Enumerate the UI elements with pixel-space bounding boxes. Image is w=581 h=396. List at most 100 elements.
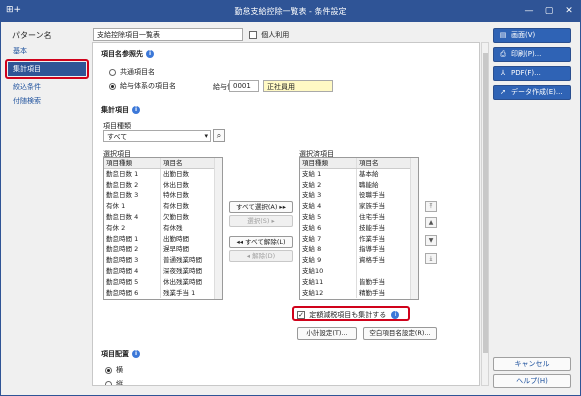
item-type-cell: 勤怠時間 1 (106, 234, 139, 243)
selected-list-body: 支給 1 基本給 支給 2 職能給 支給 3 役職手当 支給 4 家族手当 支給 5 住宅手当 支給… (300, 168, 418, 299)
list-item[interactable]: 勤怠時間 6 残業手当 1 (104, 287, 222, 299)
list-item[interactable]: 勤怠日数 4 欠勤日数 (104, 211, 222, 223)
item-type-cell: 支給12 (302, 288, 324, 297)
screen-button[interactable]: ▤ 画面(V) (493, 28, 571, 43)
nav-item-filter[interactable]: 絞込条件 (8, 80, 86, 94)
item-name-cell: 出勤日数 (160, 168, 222, 180)
info-icon[interactable]: i (146, 50, 154, 58)
list-item[interactable]: 支給11 皆勤手当 (300, 276, 418, 288)
list-item[interactable]: 支給 2 職能給 (300, 179, 418, 191)
pdf-button[interactable]: ⅄ PDF(F)... (493, 66, 571, 81)
help-button[interactable]: ヘルプ(H) (493, 374, 571, 388)
print-button[interactable]: ⎙ 印刷(P)... (493, 47, 571, 62)
list-item[interactable]: 勤怠時間 5 休出残業時間 (104, 276, 222, 288)
info-icon[interactable]: i (132, 106, 140, 114)
item-type-cell: 支給 7 (302, 234, 322, 243)
list-item[interactable]: 支給 4 家族手当 (300, 201, 418, 212)
panel-scrollbar[interactable] (481, 42, 489, 386)
checkbox[interactable] (297, 311, 305, 319)
list-item[interactable]: 支給 9 資格手当 (300, 255, 418, 266)
item-type-cell: 支給 2 (302, 180, 322, 189)
export-icon: ➚ (500, 88, 506, 96)
list-item[interactable]: 勤怠日数 1 出勤日数 (104, 168, 222, 180)
list-item[interactable]: 支給 8 指導手当 (300, 244, 418, 256)
move-top-icon[interactable]: ⤒ (425, 201, 437, 212)
list-item[interactable]: 支給 3 役職手当 (300, 190, 418, 202)
item-name-cell (356, 265, 418, 277)
item-type-cell: 勤怠時間 2 (106, 245, 139, 254)
item-type-cell: 支給 5 (302, 212, 322, 221)
search-icon[interactable]: ⌕ (213, 129, 225, 142)
list-item[interactable]: 勤怠時間 1 出勤時間 (104, 233, 222, 245)
info-icon[interactable]: i (391, 311, 400, 319)
item-name-cell: 休出日数 (160, 179, 222, 191)
window-title: 勤怠支給控除一覧表 - 条件設定 (234, 7, 347, 16)
list-item[interactable]: 有休 2 有休残 (104, 222, 222, 234)
list-item[interactable]: 支給 7 作業手当 (300, 233, 418, 245)
list-item[interactable]: 勤怠時間 3 普通残業時間 (104, 255, 222, 266)
list-item[interactable]: 勤怠日数 3 特休日数 (104, 190, 222, 202)
list-item[interactable]: 勤怠時間 4 深夜残業時間 (104, 265, 222, 277)
list-item[interactable]: 支給12 精勤手当 (300, 287, 418, 299)
scrollbar[interactable] (214, 158, 222, 299)
deselect-all-button[interactable]: ◂◂ すべて解除(L) (229, 236, 293, 248)
item-name-cell: 資格手当 (356, 255, 418, 266)
radio-vertical[interactable]: 縦 (105, 379, 123, 385)
list-item[interactable]: 支給10 (300, 265, 418, 277)
move-down-icon[interactable]: ▼ (425, 235, 437, 246)
radio-salary-system-name[interactable]: 給与体系の項目名 (109, 81, 176, 91)
nav-item-aggregate[interactable]: 集計項目 (8, 62, 86, 76)
item-name-cell: 残業手当 1 (160, 287, 222, 299)
list-item[interactable]: 支給 1 基本給 (300, 168, 418, 180)
item-name-cell: 家族手当 (356, 201, 418, 212)
nav-item-basic[interactable]: 基本 (8, 44, 86, 58)
move-bottom-icon[interactable]: ⤓ (425, 253, 437, 264)
item-type-cell: 勤怠時間 4 (106, 266, 139, 275)
item-type-select[interactable]: すべて ▾ (103, 130, 211, 142)
select-all-button[interactable]: すべて選択(A) ▸▸ (229, 201, 293, 213)
selection-list-body: 勤怠日数 1 出勤日数 勤怠日数 2 休出日数 勤怠日数 3 特休日数 有休 1 有休日数 勤怠… (104, 168, 222, 299)
deselect-button[interactable]: ◂ 解除(D) (229, 250, 293, 262)
item-type-cell: 有休 1 (106, 202, 126, 211)
radio-common-name[interactable]: 共通項目名 (109, 67, 155, 77)
tax-reduction-label: 定額減税項目も集計する (309, 311, 387, 319)
list-item[interactable]: 支給 5 住宅手当 (300, 211, 418, 223)
list-item[interactable]: 有休 1 有休日数 (104, 201, 222, 212)
move-up-icon[interactable]: ▲ (425, 217, 437, 228)
minimize-button[interactable]: — (522, 4, 536, 18)
select-button[interactable]: 選択(S) ▸ (229, 215, 293, 227)
pattern-name-input[interactable]: 支給控除項目一覧表 (93, 28, 243, 41)
list-item[interactable]: 勤怠時間 2 遅早時間 (104, 244, 222, 256)
maximize-button[interactable]: ▢ (542, 4, 556, 18)
nav-item-related-search[interactable]: 付随検索 (8, 94, 86, 108)
item-type-cell: 支給 1 (302, 169, 322, 178)
list-item[interactable]: 勤怠日数 2 休出日数 (104, 179, 222, 191)
selection-list[interactable]: 項目種類 項目名 勤怠日数 1 出勤日数 勤怠日数 2 休出日数 勤怠日数 3 特休日数 有休… (103, 157, 223, 300)
list-header: 項目種類 項目名 (300, 158, 418, 169)
item-name-cell: 特休日数 (160, 190, 222, 202)
info-icon[interactable]: i (132, 350, 140, 358)
salary-system-code-input[interactable]: 0001 (229, 80, 259, 92)
item-name-cell: 遅早時間 (160, 244, 222, 256)
chevron-down-icon: ▾ (204, 132, 208, 140)
subtotal-settings-button[interactable]: 小計設定(T)... (297, 327, 357, 340)
scrollbar[interactable] (410, 158, 418, 299)
tax-reduction-checkbox[interactable]: 定額減税項目も集計する i (292, 306, 410, 321)
blank-item-name-button[interactable]: 空白項目名設定(R)... (363, 327, 437, 340)
item-type-cell: 勤怠日数 2 (106, 180, 139, 189)
layout-heading: 項目配置 i (101, 349, 140, 359)
list-item[interactable]: 支給 6 技能手当 (300, 222, 418, 234)
close-button[interactable]: ✕ (562, 4, 576, 18)
item-name-cell: 有休残 (160, 222, 222, 234)
selected-list[interactable]: 項目種類 項目名 支給 1 基本給 支給 2 職能給 支給 3 役職手当 支給 4 家族手当 支給… (299, 157, 419, 300)
item-type-cell: 勤怠時間 6 (106, 288, 139, 297)
pattern-name-label: パターン名 (12, 31, 52, 40)
personal-use-checkbox[interactable]: 個人利用 (249, 30, 289, 40)
radio-horizontal[interactable]: 横 (105, 365, 123, 375)
item-name-cell: 基本給 (356, 168, 418, 180)
cancel-button[interactable]: キャンセル (493, 357, 571, 371)
list-header: 項目種類 項目名 (104, 158, 222, 169)
salary-system-name-field: 正社員用 (263, 80, 333, 92)
printer-icon: ⎙ (500, 50, 506, 58)
data-export-button[interactable]: ➚ データ作成(E)... (493, 85, 571, 100)
